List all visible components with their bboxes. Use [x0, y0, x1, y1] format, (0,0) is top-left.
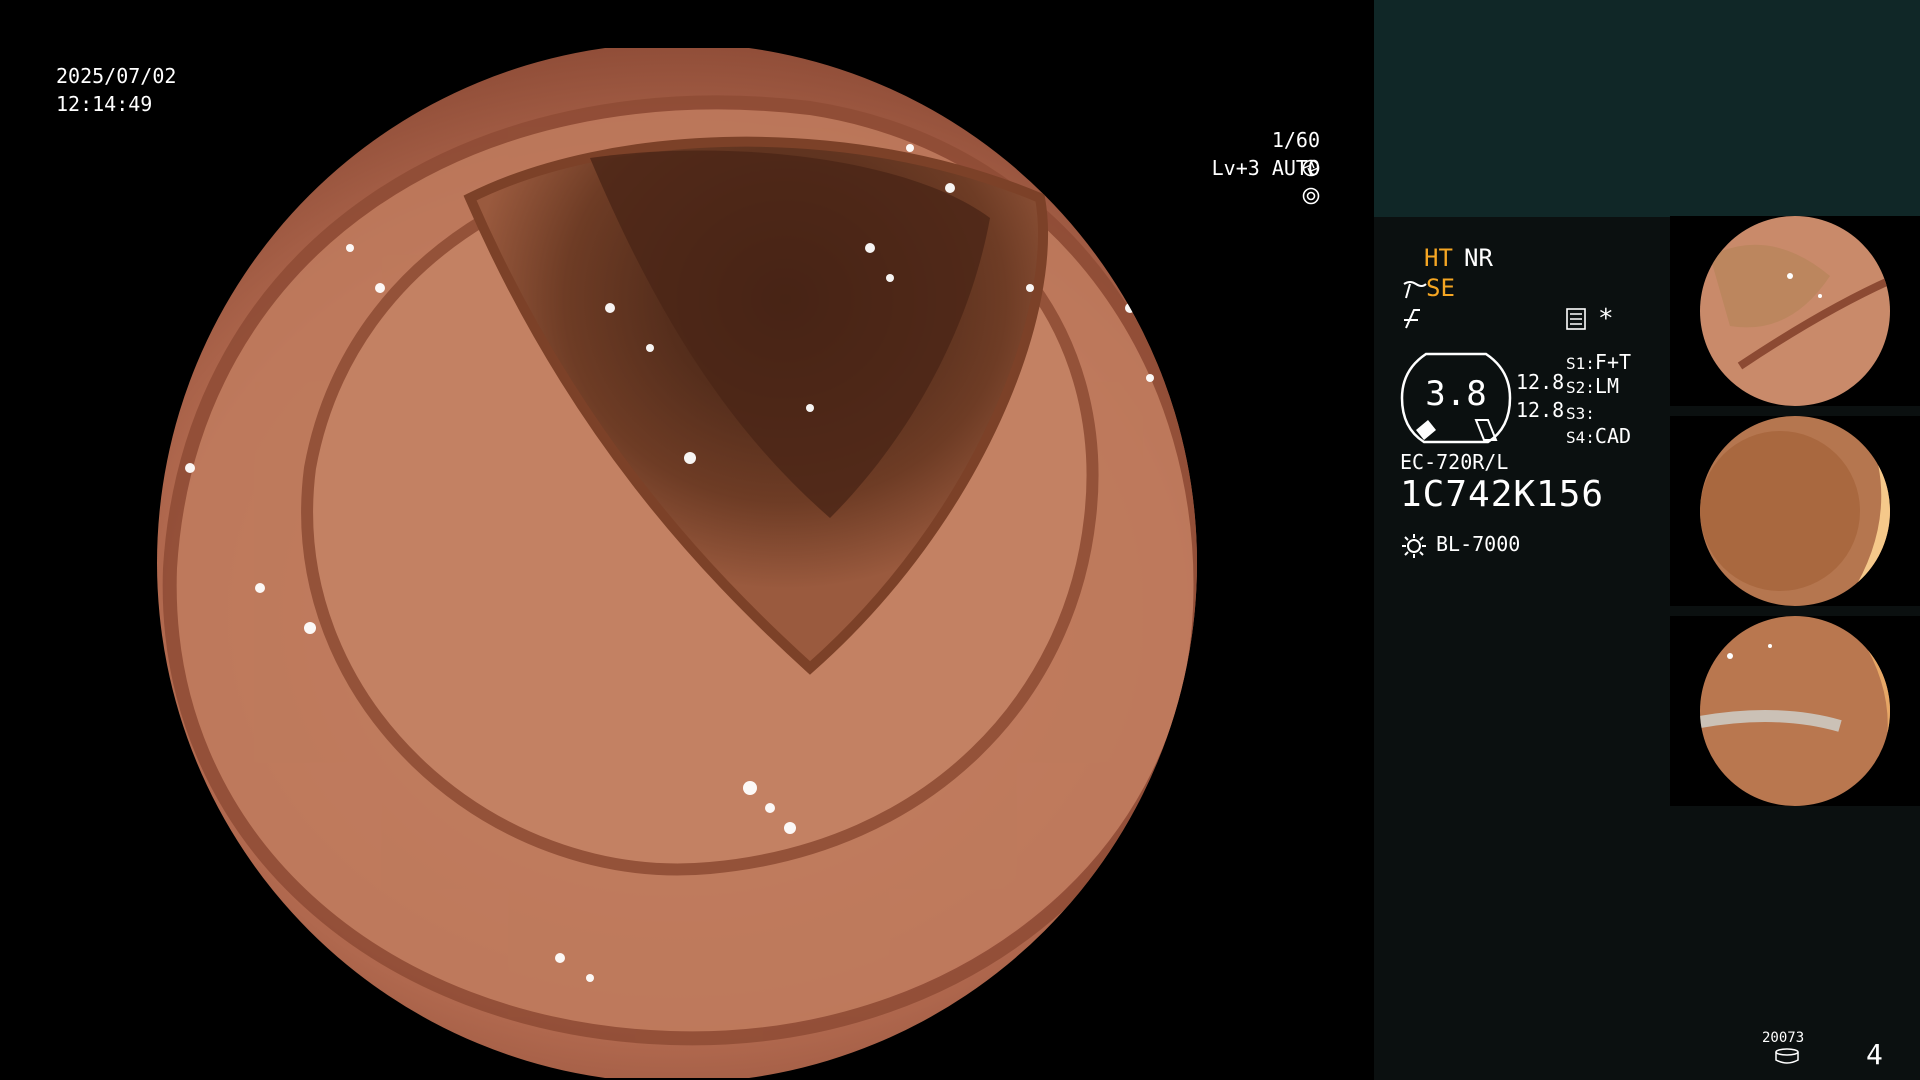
- s4-label: S4:: [1566, 428, 1595, 447]
- page-number: 4: [1866, 1038, 1883, 1071]
- switch-s3: S3:: [1566, 400, 1595, 424]
- info-panel-header: [1374, 0, 1920, 217]
- light-source-icon: [1402, 534, 1426, 558]
- thumbnail-1[interactable]: [1670, 216, 1920, 406]
- light-source-model: BL-7000: [1436, 532, 1521, 556]
- counter-code: 20073: [1762, 1030, 1805, 1046]
- ht-indicator: HT: [1424, 244, 1453, 272]
- value-top: 12.8: [1516, 370, 1565, 394]
- nr-indicator: NR: [1464, 244, 1493, 272]
- thumbnail-1-image: [1670, 216, 1920, 406]
- thumbnail-2[interactable]: [1670, 416, 1920, 606]
- structure-enhancement-icon: [1403, 281, 1427, 299]
- se-indicator: SE: [1426, 274, 1455, 302]
- s3-label: S3:: [1566, 404, 1595, 423]
- scope-serial: 1C742K156: [1400, 474, 1605, 515]
- thumbnail-3-image: [1670, 616, 1920, 806]
- value-bottom: 12.8: [1516, 398, 1565, 422]
- iris-icon: [1302, 187, 1320, 205]
- iris-level-readout: Lv+3 AUTO: [1100, 126, 1320, 210]
- s2-value: LM: [1594, 374, 1619, 398]
- thumbnail-3[interactable]: [1670, 616, 1920, 806]
- time-text: 12:14:49: [56, 92, 153, 116]
- switch-s4: S4:CAD: [1566, 424, 1631, 448]
- level-text: Lv+3 AUTO: [1211, 156, 1320, 180]
- scope-model: EC-720R/L: [1400, 450, 1509, 474]
- menu-chart-icon: [1566, 308, 1586, 330]
- storage-icon: [1775, 1048, 1799, 1064]
- s4-value: CAD: [1594, 424, 1632, 448]
- gauge-value: 3.8: [1425, 374, 1487, 414]
- color-mode-icon: [1404, 309, 1420, 329]
- s2-label: S2:: [1566, 378, 1595, 397]
- switch-s1: S1:F+T: [1566, 350, 1631, 374]
- s1-label: S1:: [1566, 354, 1595, 373]
- date-text: 2025/07/02: [56, 64, 177, 88]
- thumbnail-2-image: [1670, 416, 1920, 606]
- switch-s2: S2:LM: [1566, 374, 1619, 398]
- star-indicator: *: [1598, 304, 1614, 334]
- date-time-readout: 2025/07/02 12:14:49: [56, 62, 176, 118]
- s1-value: F+T: [1594, 350, 1632, 374]
